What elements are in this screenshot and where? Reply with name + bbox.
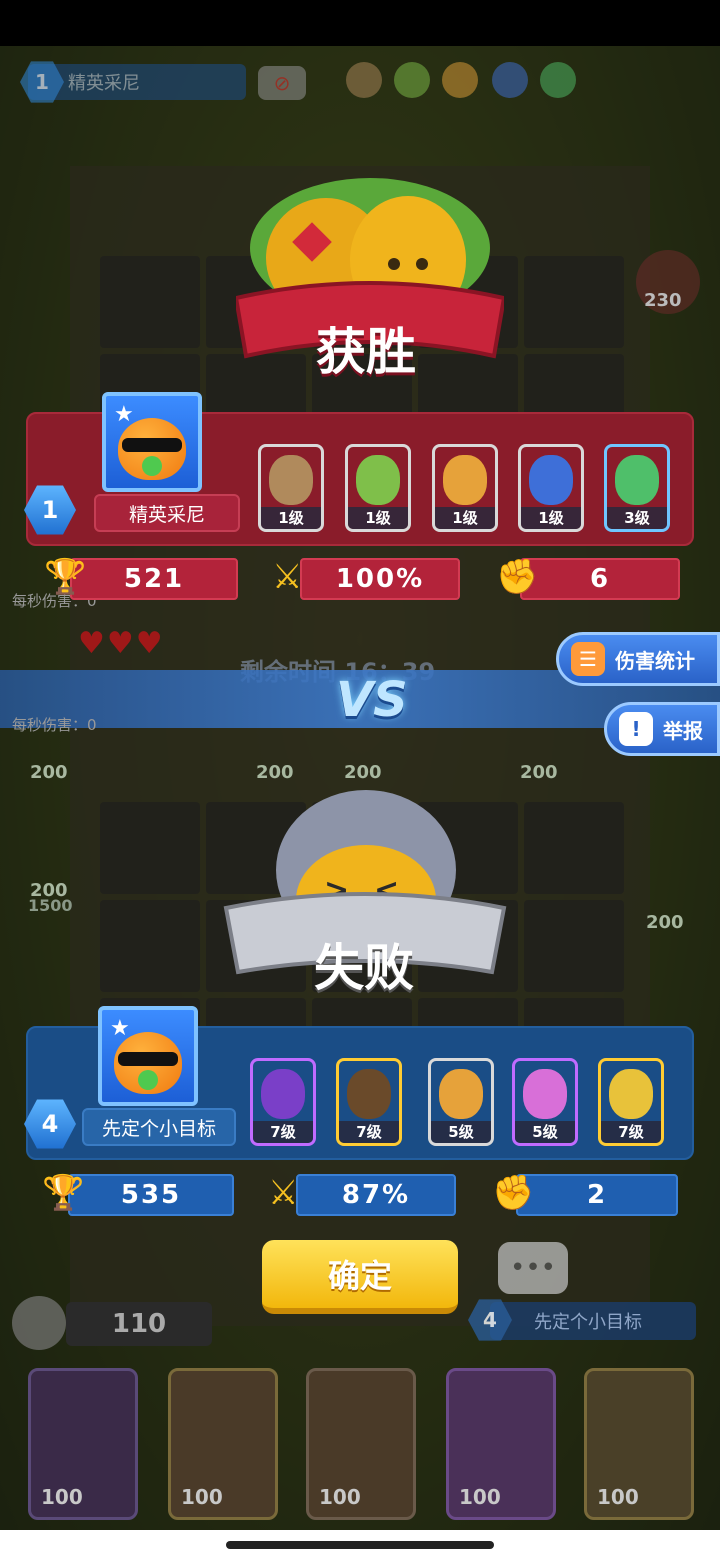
vs-label: VS xyxy=(336,672,408,728)
hero-icon-3 xyxy=(442,62,478,98)
fist-badge-icon: ✊ xyxy=(496,557,539,597)
winner-trophies: 521 xyxy=(70,558,238,600)
winner-card-2: 1级 xyxy=(345,444,411,532)
hero-icon-1 xyxy=(346,62,382,98)
loser-card-4: 5级 xyxy=(512,1058,578,1146)
winner-level-badge: 1 xyxy=(24,485,76,535)
coin-count: 110 xyxy=(66,1302,212,1346)
enemy-hp-behind: 1500 xyxy=(28,896,73,915)
hand-card-3[interactable]: 100 xyxy=(306,1368,416,1520)
list-icon: ☰ xyxy=(571,642,605,676)
damage-stats-button[interactable]: ☰ 伤害统计 xyxy=(556,632,720,686)
winner-kills: 6 xyxy=(520,558,680,600)
loser-avatar: ★ xyxy=(98,1006,198,1106)
victory-title: 获胜 xyxy=(316,323,416,381)
report-label: 举报 xyxy=(663,718,703,743)
hand-card-1[interactable]: 100 xyxy=(28,1368,138,1520)
enemy-hp-1: 200 xyxy=(30,762,68,783)
damage-stats-label: 伤害统计 xyxy=(615,648,695,673)
confirm-button[interactable]: 确定 xyxy=(262,1240,458,1314)
trophy-icon: 🏆 xyxy=(44,557,87,597)
enemy-hp-6: 200 xyxy=(646,912,684,933)
defeat-title: 失败 xyxy=(314,939,414,997)
loser-kills: 2 xyxy=(516,1174,678,1216)
swords-icon: ⚔ xyxy=(272,557,303,597)
winner-card-3: 1级 xyxy=(432,444,498,532)
hand-card-4[interactable]: 100 xyxy=(446,1368,556,1520)
fist-badge-icon: ✊ xyxy=(492,1173,535,1213)
enemy-hp-4: 200 xyxy=(520,762,558,783)
loser-panel: ★ 先定个小目标 4 7级 7级 5级 5级 7级 xyxy=(24,1006,694,1160)
winner-card-1: 1级 xyxy=(258,444,324,532)
loser-name: 先定个小目标 xyxy=(82,1108,236,1146)
loser-card-2: 7级 xyxy=(336,1058,402,1146)
winner-panel: ★ 精英采尼 1 1级 1级 1级 1级 3级 xyxy=(24,392,694,546)
hero-icon-4 xyxy=(492,62,528,98)
hero-icon-2 xyxy=(394,62,430,98)
winner-card-4: 1级 xyxy=(518,444,584,532)
hand-card-2[interactable]: 100 xyxy=(168,1368,278,1520)
winner-avatar: ★ xyxy=(102,392,202,492)
winner-win-rate: 100% xyxy=(300,558,460,600)
winner-name: 精英采尼 xyxy=(94,494,240,532)
loser-trophies: 535 xyxy=(68,1174,234,1216)
chat-icon[interactable]: ••• xyxy=(498,1242,568,1294)
opponent-name: 先定个小目标 xyxy=(534,1312,642,1333)
coin-icon xyxy=(12,1296,66,1350)
hearts-icon: ♥♥♥ xyxy=(78,626,165,661)
loser-win-rate: 87% xyxy=(296,1174,456,1216)
loser-card-3: 5级 xyxy=(428,1058,494,1146)
dps-label-bottom: 每秒伤害：0 xyxy=(12,716,97,734)
trophy-icon: 🏆 xyxy=(42,1173,85,1213)
swords-icon: ⚔ xyxy=(268,1173,299,1213)
report-button[interactable]: ! 举报 xyxy=(604,702,720,756)
enemy-hp-top-right: 230 xyxy=(644,290,682,311)
loser-card-1: 7级 xyxy=(250,1058,316,1146)
winner-card-5: 3级 xyxy=(604,444,670,532)
loser-card-5: 7级 xyxy=(598,1058,664,1146)
bottom-hand: 110 ••• 先定个小目标 4 100 100 100 100 100 xyxy=(0,1242,720,1530)
home-indicator[interactable] xyxy=(226,1541,494,1549)
hand-card-5[interactable]: 100 xyxy=(584,1368,694,1520)
mute-icon[interactable]: ⊘ xyxy=(258,66,306,100)
top-status-bar: 精英采尼 1 ⊘ xyxy=(0,46,720,116)
shield-icon: ! xyxy=(619,712,653,746)
hero-icon-5 xyxy=(540,62,576,98)
loser-level-badge: 4 xyxy=(24,1099,76,1149)
